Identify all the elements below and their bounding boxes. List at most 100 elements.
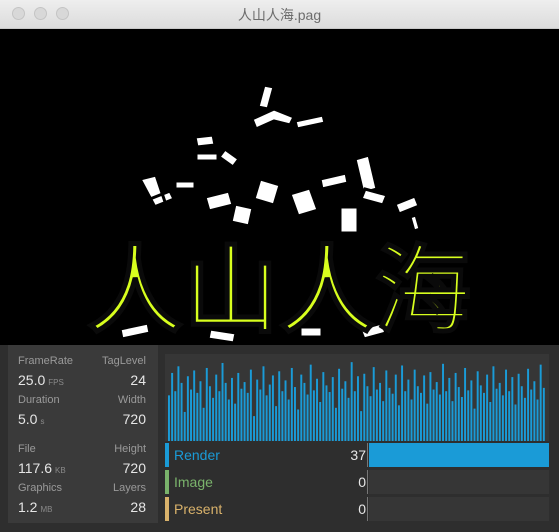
glyph-shape — [293, 113, 327, 131]
frame-time-bar — [265, 395, 268, 441]
frame-time-bar — [413, 369, 416, 441]
frame-time-bar — [237, 372, 240, 441]
frame-time-bar — [297, 409, 300, 441]
frame-time-bar — [404, 391, 407, 441]
frame-time-bar — [190, 389, 192, 441]
image-swatch — [165, 470, 169, 494]
window-title: 人山人海.pag — [237, 7, 322, 23]
frame-time-bar — [467, 390, 470, 441]
frame-time-bar — [426, 403, 429, 441]
layers-label: Layers — [112, 482, 146, 494]
frame-time-bar — [514, 404, 517, 441]
glyph-shape — [393, 194, 422, 233]
frame-time-bar — [205, 367, 208, 441]
image-divider — [367, 470, 368, 494]
frame-time-bar — [174, 391, 177, 441]
frame-time-bar — [464, 367, 467, 441]
frame-time-bar — [253, 416, 255, 441]
frame-time-bar — [391, 393, 394, 441]
frame-time-bar — [539, 364, 542, 441]
frame-time-bar — [180, 382, 183, 441]
frame-time-bar — [498, 382, 501, 441]
frame-time-bar — [517, 373, 520, 441]
frame-time-bar — [520, 386, 523, 441]
frame-time-bar — [177, 366, 180, 441]
frame-time-bar — [171, 372, 174, 441]
glyph-shape — [353, 153, 379, 195]
render-fill — [369, 443, 549, 467]
frame-time-bar — [505, 369, 507, 441]
frame-time-bar — [243, 382, 246, 441]
frame-time-bar — [473, 408, 476, 441]
frame-time-bar — [199, 381, 202, 441]
frame-time-bar — [312, 390, 315, 441]
frame-time-bar — [221, 362, 224, 441]
frame-time-bar — [442, 363, 444, 441]
frame-time-bar — [416, 386, 419, 441]
frame-time-bar — [448, 377, 451, 441]
image-value: 0 — [358, 474, 366, 490]
frame-time-bar — [379, 382, 381, 441]
frame-time-bar — [193, 370, 196, 441]
frame-time-bar — [303, 382, 306, 441]
frame-time-bar — [530, 389, 533, 441]
frame-time-bar — [284, 380, 287, 441]
frame-time-graph — [165, 354, 549, 441]
frame-time-bar — [382, 401, 385, 441]
performance-panel: FrameRate 25.0 FPS TagLevel 24 Duration 5… — [0, 345, 559, 532]
file-label: File — [18, 443, 36, 455]
graphics-label: Graphics — [18, 482, 63, 494]
frame-time-bar — [423, 375, 426, 441]
pag-canvas: 人山人海 — [0, 29, 559, 347]
frame-time-bar — [218, 391, 221, 441]
glyph-shape — [137, 173, 177, 211]
render-divider — [367, 443, 368, 467]
frame-time-bar — [249, 369, 252, 441]
frame-time-bar — [328, 392, 331, 441]
duration-value: 5.0 s — [18, 411, 45, 427]
height-label: Height — [114, 443, 146, 455]
frame-time-bar — [268, 384, 271, 441]
glyph-shape — [358, 187, 390, 207]
image-track — [369, 470, 549, 494]
frame-time-bar — [202, 407, 205, 441]
width-label: Width — [117, 394, 146, 406]
frame-time-bar — [536, 399, 539, 441]
frame-time-bar — [454, 372, 457, 441]
glyph-shape — [173, 179, 197, 191]
frame-time-bar — [388, 387, 391, 441]
frame-time-bar — [309, 364, 312, 441]
framerate-value: 25.0 FPS — [18, 372, 64, 388]
frame-time-bar — [372, 367, 375, 441]
image-timing-row: Image 0 — [165, 470, 549, 494]
frame-time-bar — [445, 391, 448, 441]
frame-time-bar — [281, 391, 284, 441]
frame-time-bar — [183, 411, 186, 441]
metrics-panel: FrameRate 25.0 FPS TagLevel 24 Duration 5… — [8, 345, 158, 523]
frame-time-bar — [316, 378, 318, 441]
frame-time-bar — [234, 403, 237, 441]
taglevel-value: 24 — [130, 372, 146, 388]
frame-time-bar — [385, 370, 388, 441]
frame-time-bar — [492, 366, 495, 441]
frame-time-bar — [319, 401, 322, 441]
render-track — [369, 443, 549, 467]
layers-value: 28 — [130, 499, 146, 515]
frame-time-bar — [325, 385, 328, 441]
frame-time-bar — [168, 395, 170, 441]
animation-artwork: 人山人海 — [86, 83, 472, 347]
frame-time-bar — [523, 397, 526, 441]
frame-time-bar — [294, 387, 296, 441]
frame-time-bar — [479, 385, 482, 441]
frame-time-bar — [287, 399, 290, 441]
frame-time-bar — [363, 373, 366, 441]
glyph-shape — [288, 186, 320, 218]
frame-time-bar — [262, 366, 265, 441]
frame-time-bar — [231, 377, 233, 441]
frame-time-bar — [300, 374, 303, 441]
glyph-shape — [229, 202, 255, 228]
frame-time-bar — [331, 377, 334, 441]
frame-time-bar — [353, 391, 356, 441]
frame-time-bar — [401, 365, 404, 441]
present-divider — [367, 497, 368, 521]
